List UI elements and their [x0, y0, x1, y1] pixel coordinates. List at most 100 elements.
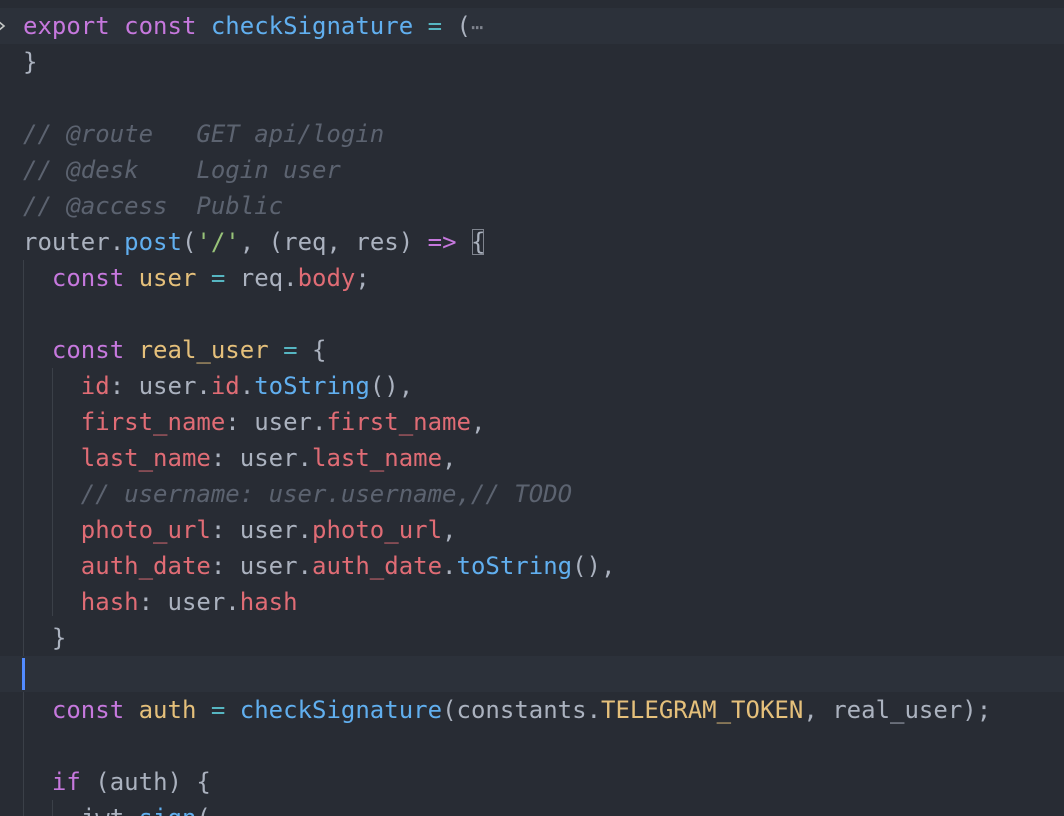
- code-token: post: [124, 228, 182, 256]
- code-token: hash: [80, 588, 139, 616]
- code-text: // @access Public: [23, 188, 283, 224]
- code-line[interactable]: router.post('/', (req, res) => {: [0, 224, 1064, 260]
- code-line[interactable]: // username: user.username,// TODO: [0, 476, 1064, 512]
- code-token: auth: [109, 768, 168, 796]
- code-token: real_user: [832, 696, 963, 724]
- code-token: sign: [139, 804, 197, 816]
- code-token: .: [586, 696, 602, 724]
- code-line[interactable]: [0, 80, 1064, 116]
- code-token: ,: [470, 408, 486, 436]
- code-token: .: [124, 804, 138, 816]
- code-token: .: [239, 372, 255, 400]
- code-text: router.post('/', (req, res) => {: [23, 224, 485, 260]
- code-token: // @route GET api/login: [23, 120, 385, 148]
- code-token: id: [80, 372, 110, 400]
- code-line[interactable]: photo_url: user.photo_url,: [0, 512, 1064, 548]
- code-line[interactable]: }: [0, 620, 1064, 656]
- code-token: (),: [369, 372, 414, 400]
- code-token: (: [80, 768, 110, 796]
- code-token: // @access Public: [23, 192, 284, 220]
- code-line[interactable]: first_name: user.first_name,: [0, 404, 1064, 440]
- code-line[interactable]: // @route GET api/login: [0, 116, 1064, 152]
- code-line[interactable]: jwt.sign(: [0, 800, 1064, 816]
- code-line[interactable]: if (auth) {: [0, 764, 1064, 800]
- code-token: }: [23, 48, 38, 76]
- code-token: body: [297, 264, 356, 292]
- code-token: last_name: [80, 444, 211, 472]
- code-line[interactable]: const user = req.body;: [0, 260, 1064, 296]
- code-token: .: [312, 408, 327, 436]
- code-text: hash: user.hash: [23, 584, 298, 620]
- code-line[interactable]: const auth = checkSignature(constants.TE…: [0, 692, 1064, 728]
- code-line[interactable]: const real_user = {: [0, 332, 1064, 368]
- fold-ellipsis[interactable]: ⋯: [471, 15, 483, 39]
- code-line[interactable]: // @access Public: [0, 188, 1064, 224]
- code-token: auth_date: [312, 552, 443, 580]
- code-token: toString: [254, 372, 370, 400]
- code-token: .: [442, 552, 457, 580]
- code-line[interactable]: auth_date: user.auth_date.toString(),: [0, 548, 1064, 584]
- code-token: :: [210, 516, 240, 544]
- code-token: ,: [442, 444, 457, 472]
- code-token: user: [138, 372, 197, 400]
- code-token: .: [297, 552, 312, 580]
- code-token: .: [297, 516, 312, 544]
- code-token: photo_url: [80, 516, 211, 544]
- code-token: id: [210, 372, 240, 400]
- code-token: photo_url: [312, 516, 443, 544]
- code-token: auth_date: [80, 552, 211, 580]
- code-token: hash: [239, 588, 298, 616]
- code-line[interactable]: }: [0, 44, 1064, 80]
- code-token: :: [210, 552, 240, 580]
- code-token: last_name: [312, 444, 443, 472]
- code-token: =: [427, 12, 443, 40]
- code-token: =: [210, 696, 226, 724]
- code-token: const: [124, 12, 197, 40]
- code-text: auth_date: user.auth_date.toString(),: [23, 548, 616, 584]
- code-token: const: [51, 336, 125, 364]
- code-text: const real_user = {: [23, 332, 327, 368]
- code-token: toString: [456, 552, 573, 580]
- code-line[interactable]: [0, 656, 1064, 692]
- chevron-right-icon[interactable]: [0, 8, 8, 44]
- code-token: real_user: [138, 336, 269, 364]
- code-editor[interactable]: export const checkSignature = (⋯} // @rou…: [0, 0, 1064, 816]
- code-line[interactable]: // @desk Login user: [0, 152, 1064, 188]
- code-line[interactable]: id: user.id.toString(),: [0, 368, 1064, 404]
- code-text: // @route GET api/login: [23, 116, 384, 152]
- code-token: ,: [803, 696, 833, 724]
- code-line[interactable]: hash: user.hash: [0, 584, 1064, 620]
- code-token: const: [51, 264, 125, 292]
- code-token: .: [225, 588, 240, 616]
- code-line[interactable]: export const checkSignature = (⋯: [0, 8, 1064, 44]
- code-token: req: [239, 264, 284, 292]
- code-token: ) {: [167, 768, 211, 796]
- code-token: (: [442, 696, 457, 724]
- code-text: const user = req.body;: [23, 260, 370, 296]
- code-line[interactable]: [0, 728, 1064, 764]
- code-token: router: [23, 228, 110, 256]
- code-token: .: [283, 264, 298, 292]
- code-token: first_name: [326, 408, 471, 436]
- text-cursor: [22, 658, 25, 690]
- code-line[interactable]: [0, 296, 1064, 332]
- code-token: user: [167, 588, 226, 616]
- code-text: photo_url: user.photo_url,: [23, 512, 457, 548]
- code-token: (: [181, 228, 197, 256]
- code-token: first_name: [80, 408, 226, 436]
- code-token: // username: user.username,// TODO: [80, 480, 573, 508]
- code-token: '/': [196, 228, 240, 256]
- code-line[interactable]: last_name: user.last_name,: [0, 440, 1064, 476]
- code-token: ,: [326, 228, 356, 256]
